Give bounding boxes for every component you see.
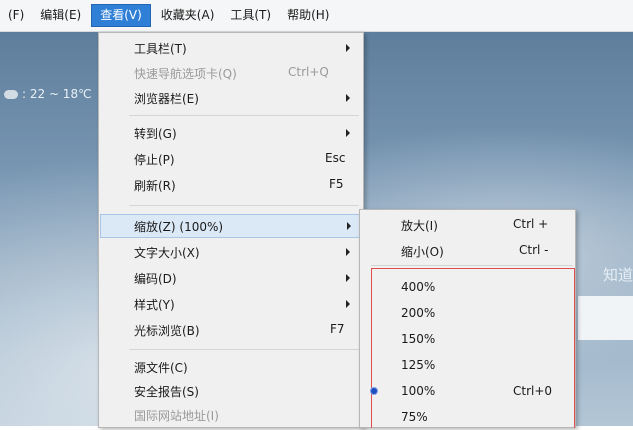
menu-item-label: 200% [401,306,436,320]
menu-item-shortcut: Ctrl + [513,217,549,231]
menu-item-shortcut: F5 [329,177,344,191]
menu-item-shortcut: Esc [325,151,346,165]
menu-item-text-size[interactable]: 文字大小(X) [100,240,360,264]
menu-favorites[interactable]: 收藏夹(A) [153,4,223,27]
menu-bar: (F) 编辑(E) 查看(V) 收藏夹(A) 工具(T) 帮助(H) [0,0,633,32]
zoom-100-item[interactable]: 100% Ctrl+0 [361,380,574,404]
submenu-arrow-icon [346,129,350,137]
menu-item-label: 100% [401,384,436,398]
menu-item-label: 400% [401,280,436,294]
menu-item-label: 样式(Y) [134,298,175,312]
menu-separator [129,115,359,116]
menu-item-shortcut: F7 [330,322,345,336]
weather-text: : 22 ~ 18℃ [22,87,92,101]
zoom-in-item[interactable]: 放大(I) Ctrl + [361,213,574,237]
menu-item-label: 工具栏(T) [134,42,187,56]
submenu-arrow-icon [346,44,350,52]
menu-item-style[interactable]: 样式(Y) [100,292,360,316]
menu-view[interactable]: 查看(V) [91,4,151,27]
submenu-arrow-icon [346,248,350,256]
menu-item-label: 缩放(Z) (100%) [134,220,224,234]
menu-item-label: 安全报告(S) [134,385,199,399]
menu-item-label: 快速导航选项卡(Q) [134,67,237,81]
submenu-arrow-icon [346,94,350,102]
menu-item-label: 缩小(O) [401,245,444,259]
page-link-text[interactable]: 知道 [603,264,633,285]
menu-item-goto[interactable]: 转到(G) [100,121,360,145]
menu-item-label: 150% [401,332,436,346]
menu-item-label: 光标浏览(B) [134,324,200,338]
menu-item-caret-browsing[interactable]: 光标浏览(B) F7 [100,318,360,342]
zoom-200-item[interactable]: 200% [361,302,574,326]
menu-item-explorer-bars[interactable]: 浏览器栏(E) [100,86,360,110]
menu-item-label: 放大(I) [401,219,438,233]
menu-item-source[interactable]: 源文件(C) [100,355,360,379]
menu-tools[interactable]: 工具(T) [222,4,279,27]
menu-item-label: 文字大小(X) [134,246,200,260]
menu-item-shortcut: Ctrl - [519,243,549,257]
menu-item-shortcut: Ctrl+0 [513,384,553,398]
submenu-arrow-icon [347,222,351,230]
menu-item-label: 浏览器栏(E) [134,92,199,106]
zoom-150-item[interactable]: 150% [361,328,574,352]
menu-item-label: 75% [401,410,428,424]
menu-separator [371,265,573,266]
menu-item-quick-tabs[interactable]: 快速导航选项卡(Q) Ctrl+Q [100,61,360,85]
menu-help[interactable]: 帮助(H) [279,4,337,27]
menu-item-refresh[interactable]: 刷新(R) F5 [100,173,360,197]
menu-item-stop[interactable]: 停止(P) Esc [100,147,360,171]
view-menu-dropdown: 工具栏(T) 快速导航选项卡(Q) Ctrl+Q 浏览器栏(E) 转到(G) 停… [98,32,364,428]
menu-edit[interactable]: 编辑(E) [32,4,89,27]
menu-item-encoding[interactable]: 编码(D) [100,266,360,290]
menu-file[interactable]: (F) [0,4,32,27]
page-panel [578,296,633,340]
menu-item-shortcut: Ctrl+Q [288,65,329,79]
submenu-arrow-icon [346,274,350,282]
menu-item-international-address[interactable]: 国际网站地址(I) [100,403,360,427]
menu-item-label: 停止(P) [134,153,175,167]
cloud-icon [4,89,18,99]
menu-item-label: 源文件(C) [134,361,188,375]
menu-item-security-report[interactable]: 安全报告(S) [100,379,360,403]
selected-radio-icon [371,388,377,394]
zoom-submenu: 放大(I) Ctrl + 缩小(O) Ctrl - 400% 200% 150%… [359,209,576,428]
zoom-125-item[interactable]: 125% [361,354,574,378]
menu-item-label: 刷新(R) [134,179,176,193]
menu-item-label: 编码(D) [134,272,177,286]
weather-widget: : 22 ~ 18℃ [4,87,92,101]
menu-item-label: 转到(G) [134,127,177,141]
menu-separator [129,205,359,206]
submenu-arrow-icon [346,300,350,308]
menu-item-label: 125% [401,358,436,372]
menu-item-label: 国际网站地址(I) [134,409,219,423]
menu-separator [129,349,359,350]
zoom-400-item[interactable]: 400% [361,276,574,300]
menu-item-toolbars[interactable]: 工具栏(T) [100,36,360,60]
zoom-75-item[interactable]: 75% [361,406,574,430]
menu-item-zoom[interactable]: 缩放(Z) (100%) [100,214,360,238]
zoom-out-item[interactable]: 缩小(O) Ctrl - [361,239,574,263]
